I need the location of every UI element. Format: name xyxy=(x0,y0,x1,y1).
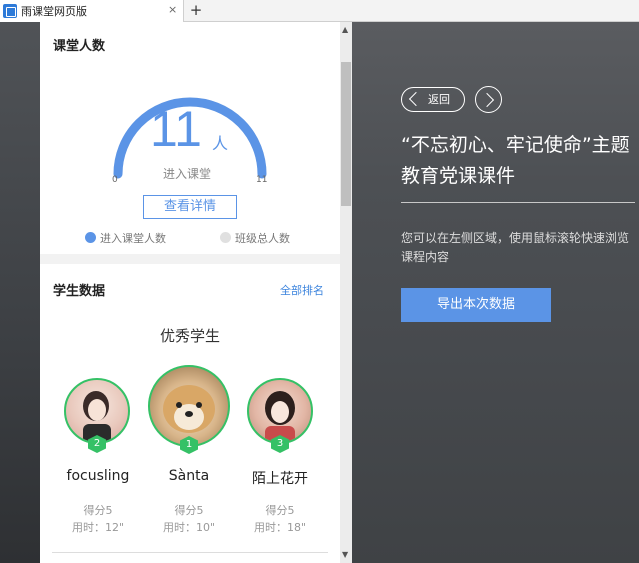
student-time-2: 用时：12" xyxy=(71,521,125,534)
student-time-3: 用时：18" xyxy=(253,521,307,534)
attendance-unit: 人 xyxy=(212,134,229,153)
student-name-2: focusling xyxy=(66,468,130,484)
gauge-max: 11 xyxy=(256,175,268,185)
all-ranking-link[interactable]: 全部排名 xyxy=(280,282,324,298)
app-logo-icon xyxy=(3,4,17,18)
student-3-illustration xyxy=(265,391,295,442)
browser-tab[interactable]: 雨课堂网页版 × xyxy=(0,0,184,22)
student-score-3: 得分5 xyxy=(265,504,295,517)
student-2-illustration xyxy=(83,391,111,442)
avatar-student-3[interactable] xyxy=(247,378,313,444)
scroll-hint: 您可以在左侧区域，使用鼠标滚轮快速浏览课程内容 xyxy=(401,231,630,264)
student-score-1: 得分5 xyxy=(174,504,204,517)
left-background xyxy=(0,22,40,563)
avatar-student-1[interactable] xyxy=(148,365,230,447)
gauge-label: 进入课堂 xyxy=(163,167,212,181)
student-name-1: Sànta xyxy=(168,468,210,484)
student-time-1: 用时：10" xyxy=(162,521,216,534)
back-button[interactable]: 返回 xyxy=(401,87,465,112)
forward-button[interactable] xyxy=(475,86,502,113)
browser-tabbar: 雨课堂网页版 × + xyxy=(0,0,639,22)
title-divider xyxy=(401,202,635,203)
class-data-panel: 课堂人数 11 人 进入课堂 0 11 查看详情 进入课堂人数 班级总人数 学生… xyxy=(40,22,340,563)
attendance-card: 课堂人数 11 人 进入课堂 0 11 查看详情 进入课堂人数 班级总人数 xyxy=(40,22,340,254)
student-1-illustration xyxy=(163,385,215,433)
course-title: “不忘初心、牢记使命”主题教育党课课件 xyxy=(401,134,630,187)
scroll-down-icon[interactable]: ▼ xyxy=(342,550,348,559)
top-students-title: 优秀学生 xyxy=(159,327,220,345)
legend-total-dot xyxy=(220,232,231,243)
close-icon[interactable]: × xyxy=(168,3,177,16)
view-details-button[interactable]: 查看详情 xyxy=(143,195,237,219)
attendance-count: 11 xyxy=(150,101,202,157)
export-data-button[interactable]: 导出本次数据 xyxy=(401,288,551,322)
avatar-student-2[interactable] xyxy=(64,378,130,444)
scroll-thumb[interactable] xyxy=(341,62,351,206)
legend-total-label: 班级总人数 xyxy=(235,232,290,245)
legend-entered-label: 进入课堂人数 xyxy=(100,232,166,245)
new-tab-button[interactable]: + xyxy=(185,0,207,22)
slide-view: 返回 “不忘初心、牢记使命”主题教育党课课件 您可以在左侧区域，使用鼠标滚轮快速… xyxy=(352,22,639,563)
legend-entered-dot xyxy=(85,232,96,243)
section-divider xyxy=(52,552,328,553)
panel-scrollbar[interactable]: ▲ ▼ xyxy=(340,22,352,563)
tab-title: 雨课堂网页版 xyxy=(21,5,87,18)
student-data-title: 学生数据 xyxy=(53,283,106,298)
student-name-3: 陌上花开 xyxy=(252,471,308,487)
scroll-up-icon[interactable]: ▲ xyxy=(342,25,348,34)
student-score-2: 得分5 xyxy=(83,504,113,517)
gauge-min: 0 xyxy=(112,175,118,185)
attendance-title: 课堂人数 xyxy=(53,38,106,53)
